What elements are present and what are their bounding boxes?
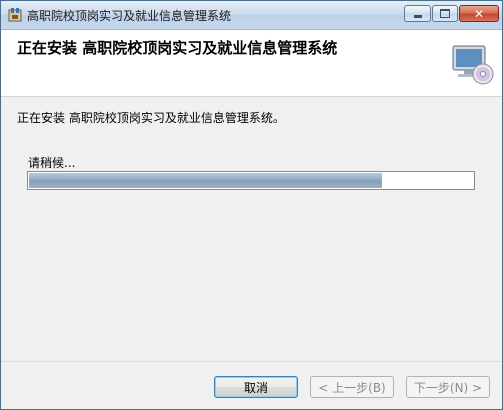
progress-label: 请稍候...: [28, 156, 76, 170]
progress-fill: [29, 173, 382, 188]
cancel-button[interactable]: 取消: [214, 376, 298, 398]
status-message: 正在安装 高职院校顶岗实习及就业信息管理系统。: [17, 111, 285, 125]
maximize-button[interactable]: [432, 5, 458, 22]
footer-divider: [1, 361, 502, 362]
back-button[interactable]: < 上一步(B): [310, 376, 394, 398]
close-icon: ✕: [473, 6, 485, 21]
page-title: 正在安装 高职院校顶岗实习及就业信息管理系统: [17, 39, 338, 57]
progress-bar: [27, 171, 475, 190]
window-title: 高职院校顶岗实习及就业信息管理系统: [27, 9, 232, 23]
next-button[interactable]: 下一步(N) >: [406, 376, 490, 398]
computer-cd-icon: [452, 45, 494, 85]
close-button[interactable]: ✕: [459, 5, 499, 22]
minimize-button[interactable]: [404, 5, 431, 22]
header-banner: 正在安装 高职院校顶岗实习及就业信息管理系统: [1, 30, 502, 97]
maximize-icon: [440, 9, 450, 18]
title-bar[interactable]: 高职院校顶岗实习及就业信息管理系统 ✕: [1, 1, 502, 30]
installer-window: 高职院校顶岗实习及就业信息管理系统 ✕ 正在安装 高职院校顶岗实习及就业信息管理…: [0, 0, 503, 410]
minimize-icon: [413, 15, 422, 18]
installer-box-icon: [8, 8, 22, 22]
